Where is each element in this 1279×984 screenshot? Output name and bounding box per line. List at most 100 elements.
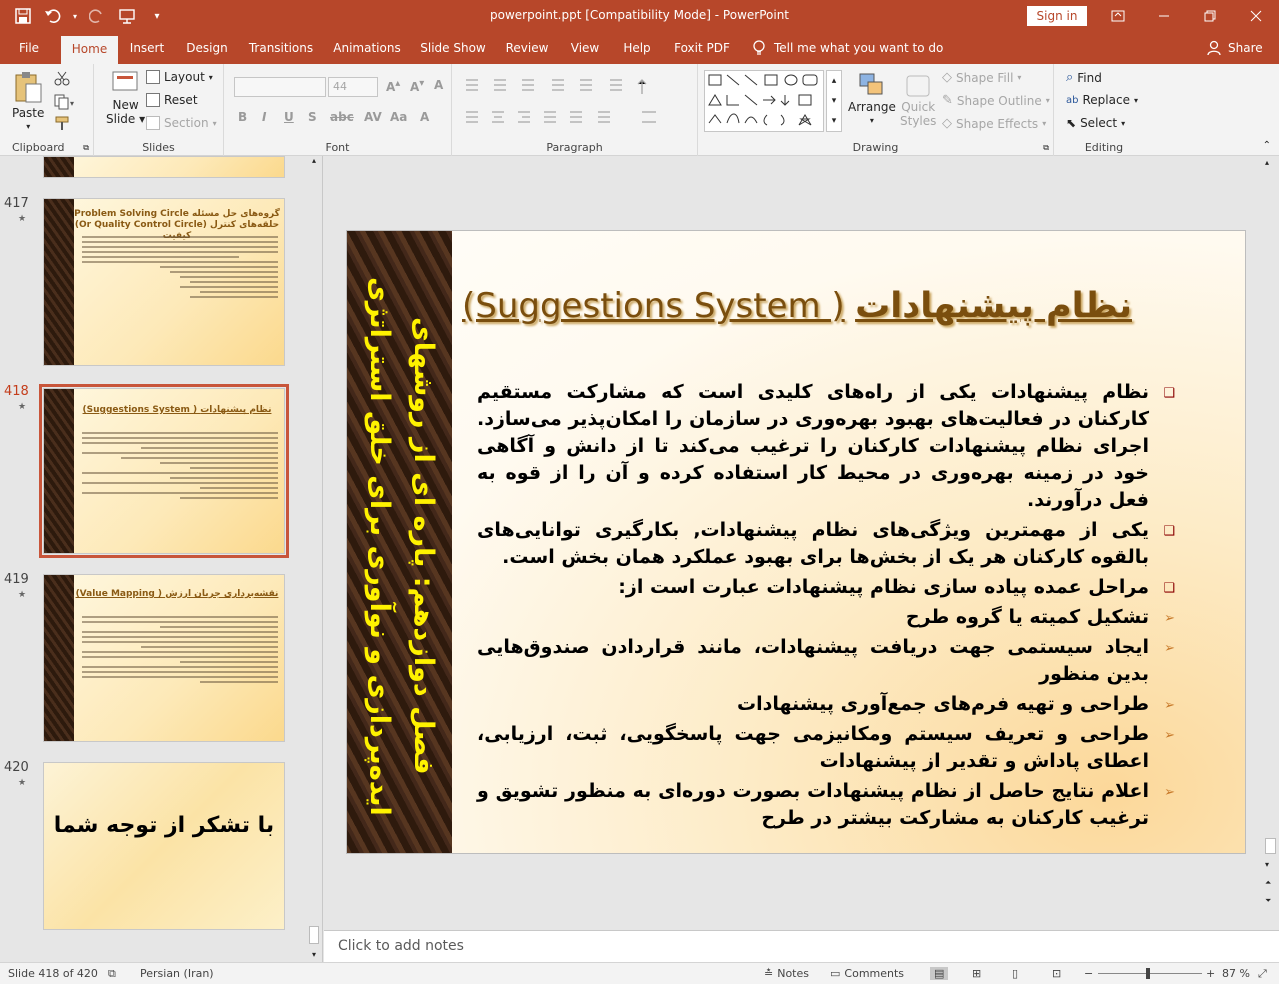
tab-animations[interactable]: Animations — [330, 32, 404, 64]
tell-me-box[interactable]: Tell me what you want to do — [752, 32, 943, 64]
font-size-combo[interactable]: 44 — [328, 77, 378, 97]
character-spacing-icon[interactable]: AV — [364, 110, 382, 124]
tab-view[interactable]: View — [566, 32, 604, 64]
next-slide-icon[interactable]: ⏷ — [1265, 896, 1271, 906]
underline-icon[interactable]: U — [284, 110, 294, 124]
layout-icon — [146, 70, 160, 84]
paste-dropdown-icon: ▾ — [26, 122, 31, 131]
thumbnail-417[interactable]: Problem Solving Circle گروه‌های حل مسئله… — [43, 198, 285, 366]
square-bullet-icon: ❑ — [1163, 524, 1175, 539]
tab-help[interactable]: Help — [618, 32, 656, 64]
zoom-level[interactable]: 87 % — [1222, 967, 1250, 980]
arrange-icon — [859, 73, 883, 95]
copy-icon[interactable]: ▾ — [54, 94, 78, 110]
drawing-launcher-icon[interactable]: ⧉ — [1043, 143, 1049, 153]
ribbon: Paste ▾ ▾ Clipboard ⧉ New Slide ▾ Layout… — [0, 64, 1279, 156]
layout-button[interactable]: Layout ▾ — [146, 70, 213, 84]
slide-title-english: (Suggestions System ) — [462, 286, 845, 326]
arrange-button[interactable]: Arrange ▾ — [848, 72, 896, 125]
font-color-icon[interactable]: A — [420, 110, 429, 124]
font-name-combo[interactable] — [234, 77, 326, 97]
tab-foxit-pdf[interactable]: Foxit PDF — [670, 32, 734, 64]
tab-insert[interactable]: Insert — [124, 32, 170, 64]
language-indicator[interactable]: Persian (Iran) — [140, 967, 214, 980]
scroll-down-icon[interactable]: ▾ — [309, 950, 319, 960]
ribbon-display-options-icon[interactable] — [1095, 0, 1141, 32]
section-button[interactable]: Section ▾ — [146, 116, 217, 130]
change-case-icon[interactable]: Aa — [390, 110, 407, 124]
scroll-thumb[interactable] — [309, 926, 319, 944]
shape-effects-button[interactable]: ◇ Shape Effects ▾ — [942, 116, 1046, 131]
tab-slide-show[interactable]: Slide Show — [418, 32, 488, 64]
reset-button[interactable]: Reset — [146, 93, 198, 107]
shape-fill-button[interactable]: ◇ Shape Fill ▾ — [942, 70, 1021, 85]
normal-view-icon[interactable]: ▤ — [930, 967, 949, 980]
format-painter-icon[interactable] — [54, 116, 70, 132]
tab-review[interactable]: Review — [502, 32, 552, 64]
share-button[interactable]: Share — [1206, 32, 1263, 64]
zoom-out-icon[interactable]: − — [1084, 967, 1093, 980]
slide-body-text[interactable]: ❑ نظام پیشنهادات یکی از راه‌های کلیدی است… — [477, 379, 1177, 835]
scroll-up-icon[interactable]: ▴ — [1265, 158, 1269, 167]
shape-outline-button[interactable]: ✎ Shape Outline ▾ — [942, 93, 1050, 108]
tab-transitions[interactable]: Transitions — [246, 32, 316, 64]
thumbnail-419[interactable]: (Value Mapping ) نقشه‌برداری جریان ارزش — [43, 574, 285, 742]
start-from-beginning-icon[interactable] — [114, 4, 140, 28]
tab-design[interactable]: Design — [182, 32, 232, 64]
fit-to-window-icon[interactable]: ⤢ — [1258, 967, 1267, 981]
previous-slide-icon[interactable]: ⏶ — [1265, 878, 1271, 888]
scroll-down-icon[interactable]: ▾ — [1265, 860, 1269, 869]
slide-show-icon[interactable]: ⊡ — [1052, 967, 1061, 980]
new-slide-button[interactable]: New Slide ▾ — [106, 70, 145, 126]
save-icon[interactable] — [10, 4, 36, 28]
clipboard-launcher-icon[interactable]: ⧉ — [83, 143, 89, 153]
decrease-font-icon[interactable]: A▾ — [410, 78, 424, 94]
zoom-slider-track[interactable] — [1098, 973, 1202, 974]
thumbnail-418[interactable]: (Suggestions System ) نظام پیشنهادات — [39, 384, 289, 558]
slide-title[interactable]: (Suggestions System ) نظام پیشنهادات — [462, 281, 1132, 331]
shadow-icon[interactable]: S — [308, 110, 317, 124]
undo-dropdown-icon[interactable]: ▾ — [70, 4, 80, 28]
notes-toggle[interactable]: ≛ Notes — [764, 967, 809, 980]
scroll-thumb[interactable] — [1265, 838, 1276, 854]
comments-toggle[interactable]: ▭ Comments — [830, 967, 904, 980]
scroll-up-icon[interactable]: ▴ — [309, 156, 319, 166]
paste-button[interactable]: Paste ▾ — [12, 70, 44, 131]
replace-button[interactable]: ab Replace ▾ — [1066, 93, 1138, 107]
strikethrough-icon[interactable]: abc — [330, 110, 354, 124]
sign-in-button[interactable]: Sign in — [1027, 6, 1087, 26]
thumbnail-416-partial[interactable] — [43, 156, 285, 178]
slide-sorter-icon[interactable]: ⊞ — [972, 967, 981, 980]
shapes-gallery[interactable] — [704, 70, 824, 132]
quick-styles-button[interactable]: Quick Styles — [900, 72, 936, 128]
shapes-gallery-scroll[interactable]: ▴ ▾ ▾ — [826, 70, 842, 132]
cut-icon[interactable] — [54, 70, 70, 86]
bold-icon[interactable]: B — [238, 110, 247, 124]
slide-scrollbar[interactable]: ▴ ▾ ⏶ ⏷ — [1262, 156, 1279, 930]
tab-file[interactable]: File — [8, 32, 50, 64]
find-button[interactable]: ⌕ Find — [1066, 70, 1102, 85]
current-slide[interactable]: فصل دوازدهم: پاره ای از روشهای ایده‌پردا… — [346, 230, 1246, 854]
notes-pane[interactable]: Click to add notes — [324, 930, 1279, 962]
transition-star-icon: ★ — [18, 402, 27, 412]
redo-icon[interactable] — [84, 4, 110, 28]
customize-qat-icon[interactable]: ▾ — [144, 4, 170, 28]
thumbnail-scrollbar[interactable]: ▴ ▾ — [307, 156, 321, 962]
thumbnail-420[interactable]: با تشکر از توجه شما — [43, 762, 285, 930]
minimize-icon[interactable] — [1141, 0, 1187, 32]
spell-check-icon[interactable]: ⧉ — [108, 967, 116, 981]
select-button[interactable]: ⬉ Select ▾ — [1066, 116, 1125, 130]
increase-font-icon[interactable]: A▴ — [386, 78, 400, 94]
close-icon[interactable] — [1233, 0, 1279, 32]
reading-view-icon[interactable]: ▯ — [1012, 967, 1018, 980]
slide-number: 420 — [4, 760, 29, 775]
collapse-ribbon-icon[interactable]: ⌃ — [1263, 140, 1271, 151]
clear-formatting-icon[interactable]: A — [434, 78, 443, 92]
tab-home[interactable]: Home — [61, 36, 118, 64]
italic-icon[interactable]: I — [262, 110, 266, 124]
undo-icon[interactable] — [40, 4, 66, 28]
restore-icon[interactable] — [1187, 0, 1233, 32]
zoom-slider-thumb[interactable] — [1146, 968, 1150, 979]
zoom-in-icon[interactable]: + — [1206, 967, 1215, 980]
arrow-bullet-icon: ➢ — [1164, 641, 1175, 656]
